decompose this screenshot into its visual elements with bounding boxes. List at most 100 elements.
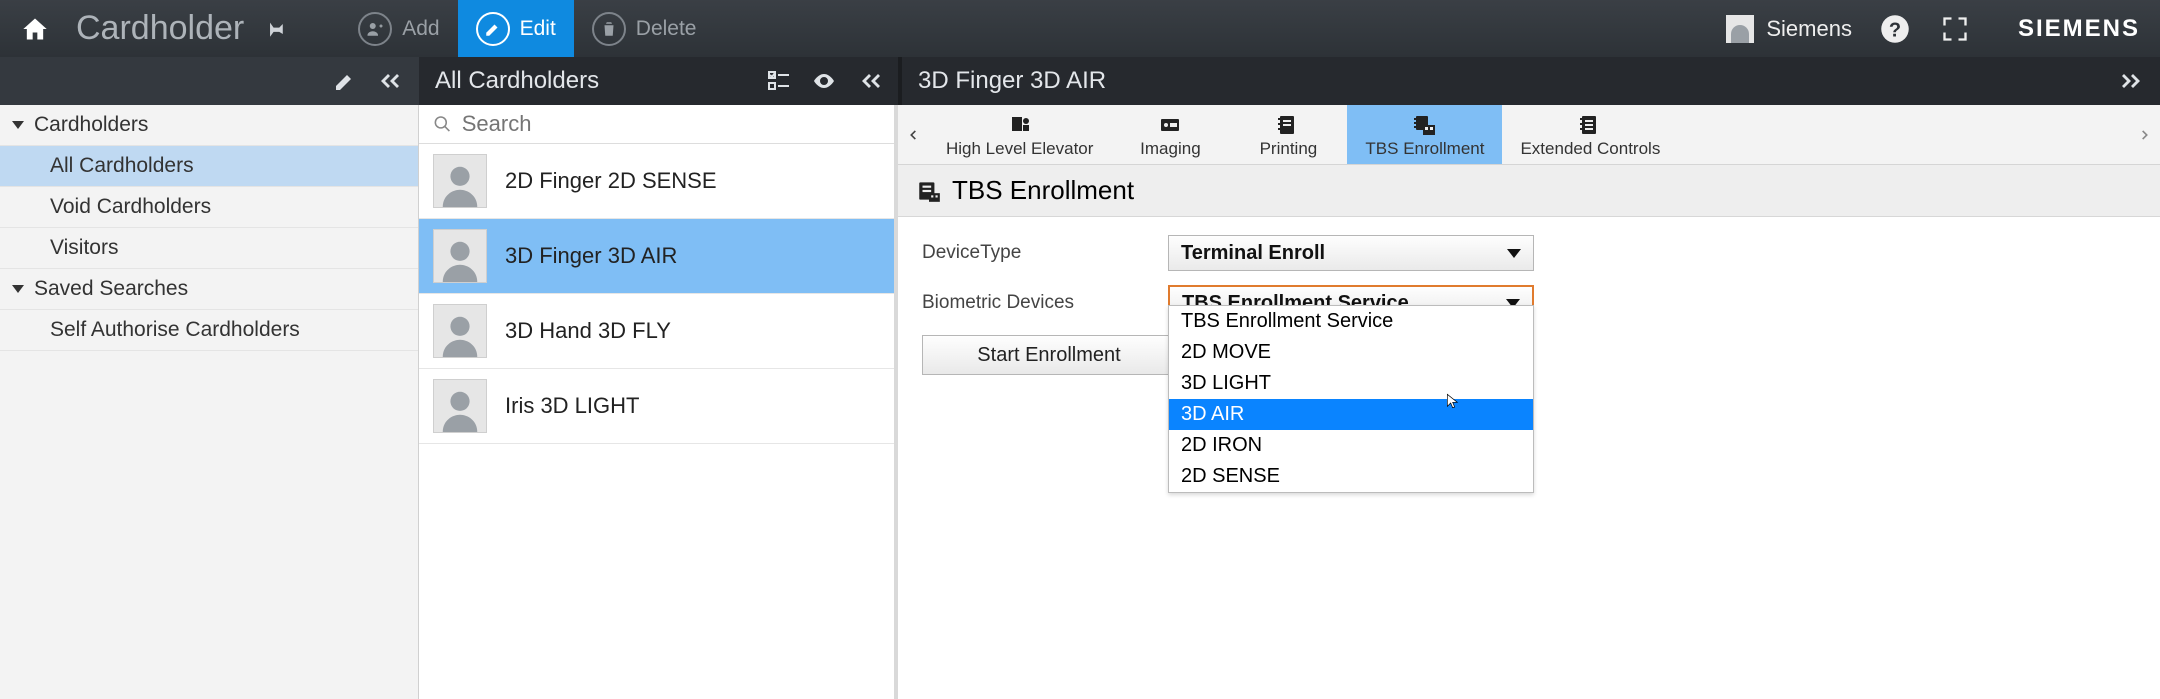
nav-item-void-cardholders[interactable]: Void Cardholders	[0, 187, 418, 228]
add-person-icon	[358, 12, 392, 46]
dropdown-option[interactable]: 3D LIGHT	[1169, 368, 1533, 399]
search-input[interactable]	[462, 111, 880, 137]
pin-button[interactable]	[250, 17, 300, 41]
user-chip[interactable]: Siemens	[1726, 15, 1852, 43]
nav-group-label: Cardholders	[34, 113, 148, 137]
collapse-nav-button[interactable]	[375, 69, 403, 93]
detail-tabs: High Level Elevator Imaging Printing TBS En…	[898, 105, 2160, 165]
tab-high-level-elevator[interactable]: High Level Elevator	[928, 105, 1111, 164]
collapse-list-button[interactable]	[856, 69, 884, 93]
edit-label: Edit	[520, 17, 556, 41]
tab-icon	[1273, 113, 1303, 137]
pencil-icon	[333, 69, 357, 93]
avatar-icon	[433, 229, 487, 283]
tab-scroll-right[interactable]	[2130, 105, 2160, 164]
device-type-label: DeviceType	[922, 242, 1168, 264]
section-title-text: TBS Enrollment	[952, 175, 1134, 206]
dropdown-option[interactable]: 2D SENSE	[1169, 461, 1533, 492]
edit-button[interactable]: Edit	[458, 0, 574, 57]
eye-icon	[810, 69, 838, 93]
svg-text:?: ?	[1889, 19, 1901, 41]
tab-label: Printing	[1260, 139, 1318, 159]
chevrons-right-icon	[2118, 69, 2146, 93]
search-icon	[433, 114, 452, 134]
page-title: Cardholder	[70, 9, 250, 48]
device-type-select[interactable]: Terminal Enroll	[1168, 235, 1534, 271]
list-row-label: 3D Finger 3D AIR	[505, 243, 677, 269]
tab-tbs-enrollment[interactable]: TBS Enrollment	[1347, 105, 1502, 164]
list-row-label: Iris 3D LIGHT	[505, 393, 639, 419]
nav-item-self-authorise[interactable]: Self Authorise Cardholders	[0, 310, 418, 351]
list-row[interactable]: 3D Finger 3D AIR	[419, 219, 894, 294]
topbar-right: Siemens ? SIEMENS	[1726, 0, 2160, 57]
help-button[interactable]: ?	[1878, 12, 1912, 46]
nav-group-saved-searches[interactable]: Saved Searches	[0, 269, 418, 310]
tab-extended-controls[interactable]: Extended Controls	[1502, 105, 1678, 164]
dropdown-option[interactable]: 3D AIR	[1169, 399, 1533, 430]
tab-icon	[1155, 113, 1185, 137]
detail-title: 3D Finger 3D AIR	[918, 67, 1106, 95]
home-button[interactable]	[0, 15, 70, 43]
user-name: Siemens	[1766, 16, 1852, 42]
nav-item-label: Self Authorise Cardholders	[50, 318, 300, 341]
list-title: All Cardholders	[435, 67, 599, 95]
add-button[interactable]: Add	[340, 0, 457, 57]
pencil-icon	[476, 12, 510, 46]
list-row[interactable]: Iris 3D LIGHT	[419, 369, 894, 444]
avatar-icon	[433, 379, 487, 433]
fullscreen-button[interactable]	[1938, 12, 1972, 46]
section-header: TBS Enrollment	[898, 165, 2160, 217]
trash-icon	[592, 12, 626, 46]
chevrons-left-icon	[856, 69, 884, 93]
list-panel: 2D Finger 2D SENSE 3D Finger 3D AIR 3D Han…	[419, 105, 898, 699]
nav-group-cardholders[interactable]: Cardholders	[0, 105, 418, 146]
dropdown-option[interactable]: 2D MOVE	[1169, 337, 1533, 368]
nav-item-label: All Cardholders	[50, 154, 194, 177]
chevron-down-icon	[12, 285, 24, 293]
tab-imaging[interactable]: Imaging	[1111, 105, 1229, 164]
tab-label: TBS Enrollment	[1365, 139, 1484, 159]
tab-scroll-left[interactable]	[898, 105, 928, 164]
edit-nav-button[interactable]	[333, 69, 357, 93]
tab-label: Imaging	[1140, 139, 1200, 159]
pin-icon	[263, 17, 287, 41]
avatar-icon	[1726, 15, 1754, 43]
nav-header	[0, 57, 419, 105]
nav-group-label: Saved Searches	[34, 277, 188, 301]
nav-item-visitors[interactable]: Visitors	[0, 228, 418, 269]
add-label: Add	[402, 17, 439, 41]
list-row[interactable]: 3D Hand 3D FLY	[419, 294, 894, 369]
top-bar: Cardholder Add Edit Delete Siemens	[0, 0, 2160, 57]
delete-button[interactable]: Delete	[574, 0, 715, 57]
tab-printing[interactable]: Printing	[1229, 105, 1347, 164]
chevron-down-icon	[12, 121, 24, 129]
nav-item-label: Visitors	[50, 236, 118, 259]
biometric-devices-dropdown[interactable]: TBS Enrollment Service2D MOVE3D LIGHT3D …	[1168, 305, 1534, 493]
list-row[interactable]: 2D Finger 2D SENSE	[419, 144, 894, 219]
chevrons-left-icon	[375, 69, 403, 93]
search-bar[interactable]	[419, 105, 894, 144]
dropdown-option[interactable]: TBS Enrollment Service	[1169, 306, 1533, 337]
list-header: All Cardholders	[419, 57, 898, 105]
dropdown-option[interactable]: 2D IRON	[1169, 430, 1533, 461]
brand-logo: SIEMENS	[2018, 15, 2140, 43]
detail-header: 3D Finger 3D AIR	[898, 57, 2160, 105]
checklist-button[interactable]	[766, 69, 792, 93]
start-enrollment-button[interactable]: Start Enrollment	[922, 335, 1176, 375]
tab-label: High Level Elevator	[946, 139, 1093, 159]
start-enrollment-label: Start Enrollment	[977, 344, 1120, 366]
tab-icon	[1575, 113, 1605, 137]
list-row-label: 3D Hand 3D FLY	[505, 318, 671, 344]
sub-header: All Cardholders 3D Finger 3D AIR	[0, 57, 2160, 105]
help-icon: ?	[1880, 14, 1910, 44]
expand-detail-button[interactable]	[2118, 69, 2146, 93]
enrollment-form: DeviceType Terminal Enroll Biometric Dev…	[898, 217, 2160, 407]
fullscreen-icon	[1941, 15, 1969, 43]
nav-item-all-cardholders[interactable]: All Cardholders	[0, 146, 418, 187]
main-area: Cardholders All Cardholders Void Cardhol…	[0, 105, 2160, 699]
chevron-left-icon	[906, 125, 920, 145]
visibility-button[interactable]	[810, 69, 838, 93]
device-type-value: Terminal Enroll	[1181, 242, 1325, 265]
tab-label: Extended Controls	[1520, 139, 1660, 159]
chevron-down-icon	[1507, 249, 1521, 258]
